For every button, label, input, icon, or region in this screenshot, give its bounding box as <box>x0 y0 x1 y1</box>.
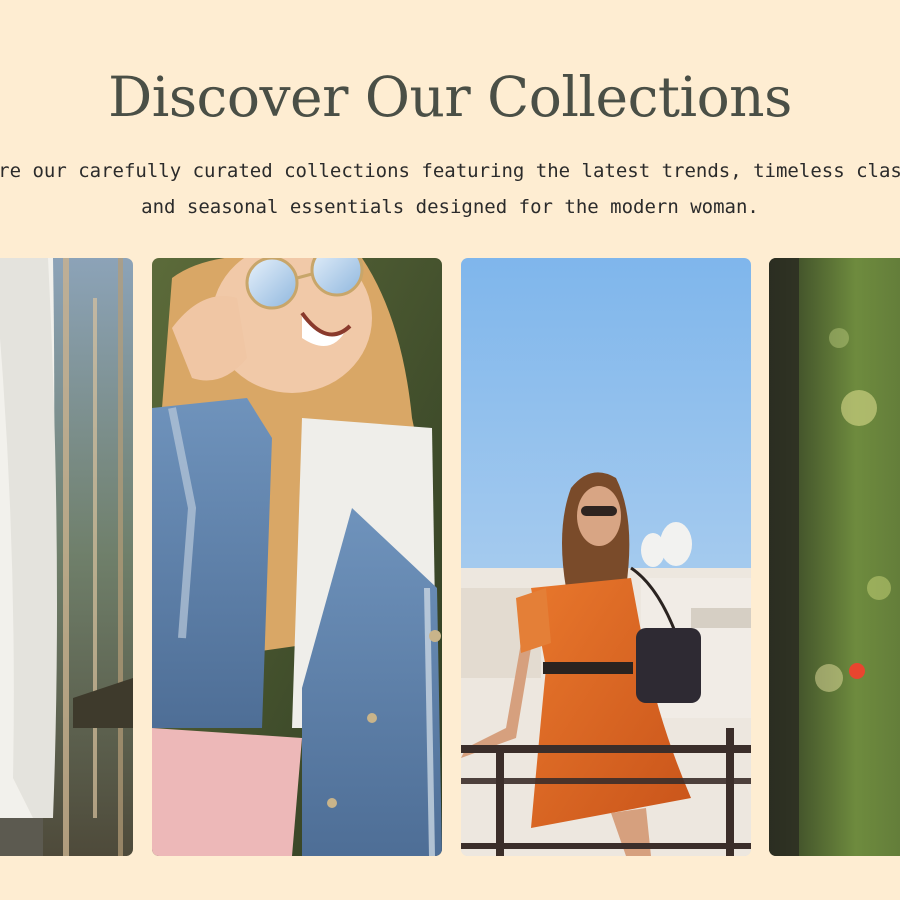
collection-image-denim <box>152 258 442 856</box>
collection-card[interactable] <box>0 258 133 856</box>
collection-card[interactable] <box>152 258 442 856</box>
collection-card[interactable] <box>461 258 751 856</box>
subtitle-line-1: Explore our carefully curated collection… <box>0 160 900 182</box>
page-title: Discover Our Collections <box>108 65 792 129</box>
collection-image-bokeh <box>769 258 900 856</box>
subtitle-line-2: and seasonal essentials designed for the… <box>141 196 759 218</box>
page-subtitle: Explore our carefully curated collection… <box>0 153 900 225</box>
collection-card[interactable] <box>769 258 900 856</box>
collection-image-sweater <box>0 258 133 856</box>
collection-image-orange-dress <box>461 258 751 856</box>
hero-header: Discover Our Collections Explore our car… <box>0 0 900 240</box>
collections-carousel[interactable] <box>0 258 900 856</box>
